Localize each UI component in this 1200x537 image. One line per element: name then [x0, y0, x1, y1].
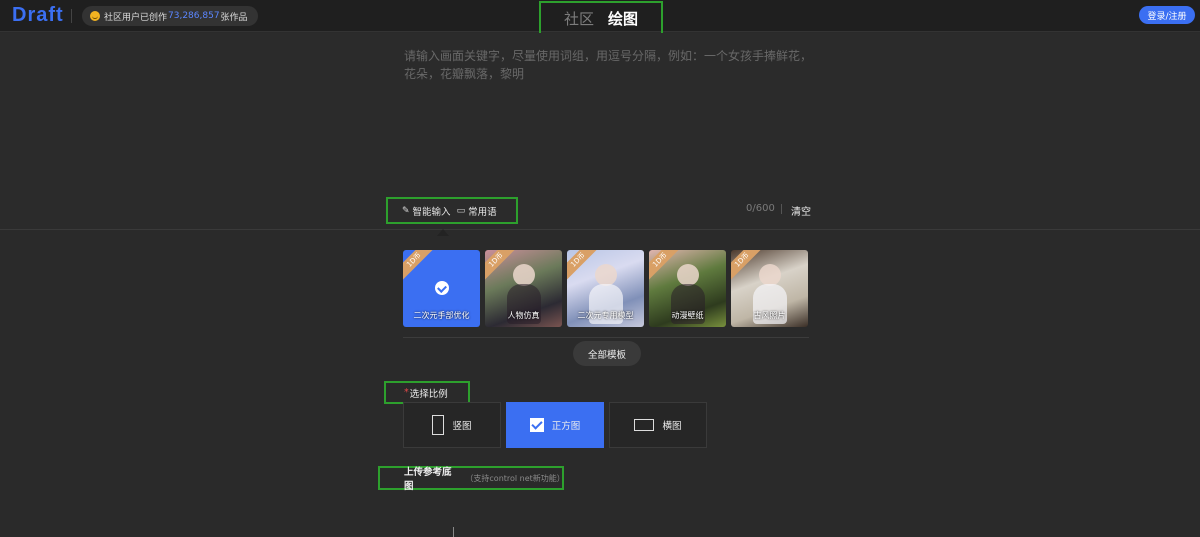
ratio-label: 横图 [662, 421, 682, 432]
common-phrases-button[interactable]: ▭ 常用语 [457, 204, 497, 218]
stats-suffix: 张作品 [220, 12, 248, 23]
ratio-landscape-option[interactable]: 横图 [609, 402, 707, 448]
ratio-label: 正方图 [551, 421, 581, 432]
upload-plus-icon[interactable] [448, 527, 460, 537]
template-label: 二次元手部优化 [413, 311, 470, 320]
stats-count: 73,286,857 [168, 11, 220, 21]
header-divider [71, 9, 72, 23]
tab-draw[interactable]: 绘图 [608, 8, 638, 29]
clear-button[interactable]: 清空 [791, 203, 811, 218]
ratio-options: 竖图 正方图 横图 [403, 402, 707, 448]
prompt-area: 请输入画面关键字，尽量使用词组，用逗号分隔，例如：一个女孩手捧鲜花，花朵，花瓣飘… [0, 33, 1200, 230]
logo[interactable]: Draft [12, 4, 64, 27]
template-card[interactable]: 1D币 动漫壁纸 [649, 250, 726, 327]
template-label: 人物仿真 [507, 311, 540, 320]
upload-hint: （支持control net新功能） [465, 473, 565, 483]
price-badge: 1D币 [403, 250, 436, 282]
template-thumbnail [759, 264, 781, 286]
template-divider [403, 337, 809, 338]
template-list: 1D币 二次元手部优化 1D币 人物仿真 1D币 二次元专用模型 1D币 动漫壁… [403, 250, 808, 327]
creation-stats-badge: 社区用户已创作 73,286,857 张作品 [82, 6, 258, 26]
char-counter: 0/600 [746, 203, 775, 214]
tab-community[interactable]: 社区 [564, 8, 594, 29]
prompt-input[interactable]: 请输入画面关键字，尽量使用词组，用逗号分隔，例如：一个女孩手捧鲜花，花朵，花瓣飘… [404, 47, 814, 83]
folder-icon: ▭ [456, 205, 466, 216]
stats-prefix: 社区用户已创作 [104, 12, 168, 23]
common-phrases-label: 常用语 [468, 206, 497, 218]
check-circle-icon [435, 281, 449, 295]
required-mark: * [404, 387, 409, 398]
mode-tabs: 社区 绘图 [539, 1, 663, 36]
all-templates-button[interactable]: 全部模板 [573, 341, 641, 366]
ratio-square-option[interactable]: 正方图 [506, 402, 604, 448]
smart-input-label: 智能输入 [412, 206, 451, 218]
template-card[interactable]: 1D币 二次元手部优化 [403, 250, 480, 327]
template-card[interactable]: 1D币 二次元专用模型 [567, 250, 644, 327]
upload-section-title: 上传参考底图 （支持control net新功能） [378, 466, 565, 492]
template-label: 二次元专用模型 [577, 311, 634, 320]
square-check-icon [529, 418, 544, 432]
landscape-icon [634, 419, 655, 431]
template-card[interactable]: 1D币 古风照片 [731, 250, 808, 327]
template-thumbnail [677, 264, 699, 286]
template-thumbnail [595, 264, 617, 286]
login-register-button[interactable]: 登录/注册 [1139, 6, 1195, 24]
template-label: 古风照片 [753, 311, 786, 320]
template-label: 动漫壁纸 [671, 311, 704, 320]
prompt-tools: ✎ 智能输入 ▭ 常用语 [386, 197, 518, 224]
upload-title-label: 上传参考底图 [404, 467, 452, 492]
smile-icon [90, 11, 100, 21]
ratio-section-title: * 选择比例 [384, 381, 470, 404]
template-card[interactable]: 1D币 人物仿真 [485, 250, 562, 327]
ratio-title-label: 选择比例 [409, 388, 448, 400]
ratio-portrait-option[interactable]: 竖图 [403, 402, 501, 448]
top-bar: Draft 社区用户已创作 73,286,857 张作品 社区 绘图 登录/注册 [0, 0, 1200, 36]
ratio-label: 竖图 [452, 421, 472, 432]
tools-pointer-arrow [437, 229, 449, 236]
pencil-icon: ✎ [402, 205, 410, 216]
portrait-icon [432, 415, 445, 435]
smart-input-button[interactable]: ✎ 智能输入 [402, 204, 451, 218]
template-thumbnail [513, 264, 535, 286]
counter-divider [781, 204, 782, 214]
